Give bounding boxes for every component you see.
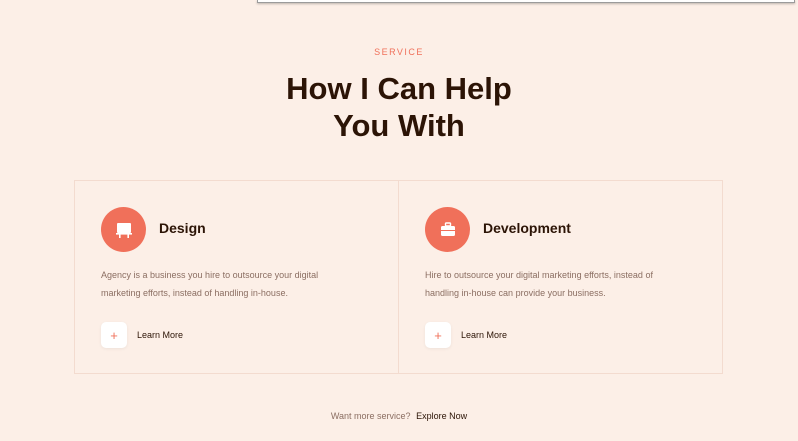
- service-description-line1: Agency is a business you hire to outsour…: [101, 270, 319, 280]
- service-description: Hire to outsource your digital marketing…: [425, 266, 685, 302]
- service-card-development: Development Hire to outsource your digit…: [398, 181, 722, 373]
- explore-now-link[interactable]: Explore Now: [416, 411, 467, 421]
- learn-more-button[interactable]: + Learn More: [425, 322, 507, 348]
- learn-more-label[interactable]: Learn More: [461, 330, 507, 340]
- service-description-line1: Hire to outsource your digital marketing…: [425, 270, 653, 280]
- more-service-line: Want more service? Explore Now: [0, 411, 798, 421]
- service-title: Design: [159, 220, 206, 236]
- learn-more-button[interactable]: + Learn More: [101, 322, 183, 348]
- briefcase-icon: [425, 207, 470, 252]
- section-heading: How I Can Help You With: [0, 70, 798, 144]
- services-grid: Design Agency is a business you hire to …: [74, 180, 723, 374]
- learn-more-label[interactable]: Learn More: [137, 330, 183, 340]
- service-description-line2: handling in-house can provide your busin…: [425, 288, 606, 298]
- service-title: Development: [483, 220, 571, 236]
- section-heading-line1: How I Can Help: [286, 71, 512, 106]
- plus-icon[interactable]: +: [101, 322, 127, 348]
- section-eyebrow: SERVICE: [374, 47, 424, 57]
- service-description-line2: marketing efforts, instead of handling i…: [101, 288, 288, 298]
- more-service-text: Want more service?: [330, 411, 411, 421]
- section-heading-line2: You With: [333, 108, 465, 143]
- service-card-design: Design Agency is a business you hire to …: [75, 181, 398, 373]
- plus-icon[interactable]: +: [425, 322, 451, 348]
- service-description: Agency is a business you hire to outsour…: [101, 266, 361, 302]
- top-overlay-bar: [257, 0, 795, 3]
- easel-icon: [101, 207, 146, 252]
